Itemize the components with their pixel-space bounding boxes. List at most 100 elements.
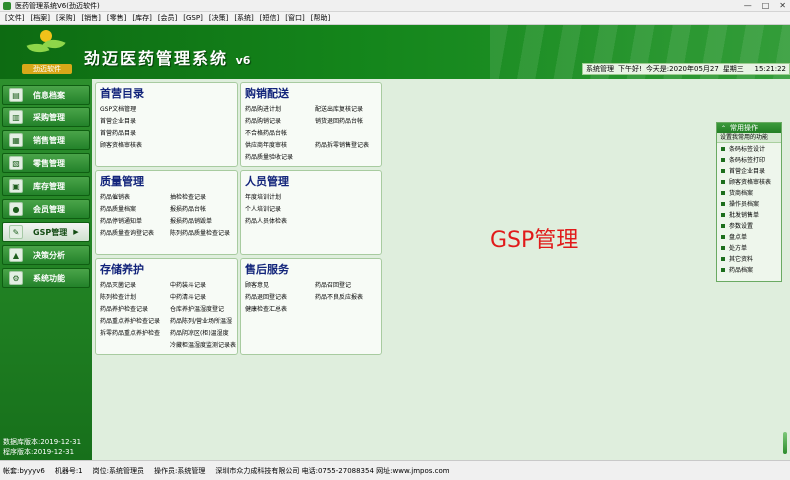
minimize-button[interactable]: — <box>744 1 752 10</box>
quick-item-parameters[interactable]: 参数设置 <box>717 220 781 231</box>
warehouse-icon: ▣ <box>9 179 23 193</box>
link-damage-destroy[interactable]: 报损药品销毁单 <box>170 216 212 225</box>
quick-item-barcode-print[interactable]: 条码标签打印 <box>717 154 781 165</box>
menu-inventory[interactable]: [库存] <box>131 13 152 23</box>
bullet-icon <box>721 256 725 261</box>
link-warehouse-humidity[interactable]: 仓库养护温湿度登记 <box>170 304 224 313</box>
link-display-plan[interactable]: 陈列检查计划 <box>100 292 136 301</box>
link-stop-sale-notice[interactable]: 药品停销通知单 <box>100 216 142 225</box>
status-company: 深圳市众力成科技有限公司 电话:0755-27088354 网址:www.jmp… <box>215 466 450 475</box>
link-unqualified-ledger[interactable]: 不合格药品台帐 <box>245 128 287 137</box>
link-quality-query[interactable]: 药品质量查询登记表 <box>100 228 154 237</box>
link-purchase-record[interactable]: 药品购销记录 <box>245 116 281 125</box>
cashier-icon: ▧ <box>9 156 23 170</box>
sidebar-item-label: 采购管理 <box>33 112 65 122</box>
link-sampling-check[interactable]: 抽检检查记录 <box>170 192 206 201</box>
sidebar-item-sales[interactable]: ▦ 销售管理 <box>2 130 90 150</box>
link-recall[interactable]: 药品召回登记 <box>315 280 351 289</box>
panel-title: 人员管理 <box>245 175 289 188</box>
link-customer-opinion[interactable]: 顾客意见 <box>245 280 269 289</box>
link-delivery-review[interactable]: 配送出库复核记录 <box>315 104 363 113</box>
link-key-maintenance[interactable]: 药品重点养护检查记录 <box>100 316 160 325</box>
menu-system[interactable]: [系统] <box>233 13 254 23</box>
quick-item-stocktake[interactable]: 盘点单 <box>717 231 781 242</box>
menu-gsp[interactable]: [GSP] <box>182 14 204 22</box>
link-cold-humidity[interactable]: 冷藏柜温湿度监测记录表 <box>170 340 236 349</box>
quick-item-barcode-design[interactable]: 条码标签设计 <box>717 143 781 154</box>
sidebar-item-system[interactable]: ⚙ 系统功能 <box>2 268 90 288</box>
id-card-icon: ▤ <box>9 88 23 102</box>
status-date: 今天是:2020年05月27 <box>645 65 719 73</box>
link-quality-archive[interactable]: 药品质量档案 <box>100 204 136 213</box>
link-gsp-docs[interactable]: GSP文档管理 <box>100 104 136 113</box>
quick-item-customer-qualification[interactable]: 顾客资格审核表 <box>717 176 781 187</box>
link-sterilization[interactable]: 药品灭菌记录 <box>100 280 136 289</box>
sidebar-item-members[interactable]: ● 会员管理 <box>2 199 90 219</box>
app-logo: 劲迈软件 <box>20 28 74 76</box>
bullet-icon <box>721 201 725 206</box>
quick-item-other-data[interactable]: 其它资料 <box>717 253 781 264</box>
link-health-exam[interactable]: 药品人员体检表 <box>245 216 287 225</box>
sidebar-item-retail[interactable]: ▧ 零售管理 <box>2 153 90 173</box>
sidebar-item-decision[interactable]: ▲ 决策分析 <box>2 245 90 265</box>
quick-operations-settings[interactable]: 设置我常用的功能 <box>717 133 781 143</box>
link-annual-training[interactable]: 年度培训计划 <box>245 192 281 201</box>
menu-file[interactable]: [文件] <box>4 13 25 23</box>
quick-item-supplier-archive[interactable]: 货商档案 <box>717 187 781 198</box>
bullet-icon <box>721 267 725 272</box>
sidebar-item-purchase[interactable]: ▥ 采购管理 <box>2 107 90 127</box>
quick-item-label: 处方单 <box>729 245 748 252</box>
link-damage-ledger[interactable]: 报损药品台帐 <box>170 204 206 213</box>
link-split-sales[interactable]: 药品拆零销售登记表 <box>315 140 369 149</box>
maximize-button[interactable]: □ <box>762 1 770 10</box>
link-display-quality[interactable]: 陈列药品质量检查记录 <box>170 228 230 237</box>
menu-members[interactable]: [会员] <box>157 13 178 23</box>
link-health-summary[interactable]: 健康检查汇总表 <box>245 304 287 313</box>
main-area: 首营目录 GSP文档管理 首营企业目录 首营药品目录 顾客资格审核表 购销配送 … <box>92 79 790 460</box>
link-purchase-plan[interactable]: 药品购进计划 <box>245 104 281 113</box>
quick-operations-header[interactable]: ⌃ 常用操作 <box>717 123 781 133</box>
menu-window[interactable]: [窗口] <box>284 13 305 23</box>
link-sales-return-ledger[interactable]: 销货退回药品台帐 <box>315 116 363 125</box>
link-return-register[interactable]: 药品退回登记表 <box>245 292 287 301</box>
app-header: 劲迈软件 劲迈医药管理系统 v6 系统管理 下午好! 今天是:2020年05月2… <box>0 25 790 79</box>
link-drug-urge-sale[interactable]: 药品催销表 <box>100 192 130 201</box>
quick-item-label: 参数设置 <box>729 223 754 230</box>
link-chinese-clear[interactable]: 中药清斗记录 <box>170 292 206 301</box>
link-first-enterprise[interactable]: 首营企业目录 <box>100 116 136 125</box>
link-customer-qualification[interactable]: 顾客资格审核表 <box>100 140 142 149</box>
quick-item-wholesale-order[interactable]: 批发销售单 <box>717 209 781 220</box>
panel-title: 存储养护 <box>100 263 144 276</box>
link-split-maintenance[interactable]: 拆零药品重点养护检查 <box>100 328 160 337</box>
link-maintenance-check[interactable]: 药品养护检查记录 <box>100 304 148 313</box>
quick-item-label: 盘点单 <box>729 234 748 241</box>
menu-help[interactable]: [帮助] <box>310 13 331 23</box>
link-supplier-review[interactable]: 供应商年度审核 <box>245 140 287 149</box>
menu-retail[interactable]: [零售] <box>106 13 127 23</box>
sidebar-item-inventory[interactable]: ▣ 库存管理 <box>2 176 90 196</box>
close-button[interactable]: ✕ <box>779 1 786 10</box>
quick-item-drug-archive[interactable]: 药品档案 <box>717 264 781 275</box>
panel-after-sales: 售后服务 顾客意见 药品召回登记 药品退回登记表 药品不良反应报表 健康检查汇总… <box>240 258 382 355</box>
link-first-drug[interactable]: 首营药品目录 <box>100 128 136 137</box>
sidebar-item-info[interactable]: ▤ 信息档案 <box>2 85 90 105</box>
menu-sms[interactable]: [短信] <box>259 13 280 23</box>
link-display-humidity[interactable]: 药品陈列/营业场所温湿 <box>170 316 232 325</box>
quick-item-prescription[interactable]: 处方单 <box>717 242 781 253</box>
quick-item-operator-archive[interactable]: 操作员档案 <box>717 198 781 209</box>
header-status-strip: 系统管理 下午好! 今天是:2020年05月27 星期三 15:21:22 <box>582 63 790 75</box>
link-shade-humidity[interactable]: 药品阴凉区(柜)温湿度 <box>170 328 229 337</box>
quick-item-first-enterprise[interactable]: 首营企业目录 <box>717 165 781 176</box>
bullet-icon <box>721 168 725 173</box>
menu-sales[interactable]: [销售] <box>80 13 101 23</box>
link-quality-acceptance[interactable]: 药品质量验收记录 <box>245 152 293 161</box>
menu-decision[interactable]: [决策] <box>208 13 229 23</box>
menu-purchase[interactable]: [采购] <box>55 13 76 23</box>
link-personal-training[interactable]: 个人培训记录 <box>245 204 281 213</box>
link-chinese-fill[interactable]: 中药装斗记录 <box>170 280 206 289</box>
scroll-handle[interactable] <box>783 432 787 454</box>
sidebar-item-gsp[interactable]: ✎ GSP管理 ▶ <box>2 222 90 242</box>
link-adverse-reaction[interactable]: 药品不良反应报表 <box>315 292 363 301</box>
panel-storage: 存储养护 药品灭菌记录 中药装斗记录 陈列检查计划 中药清斗记录 药品养护检查记… <box>95 258 238 355</box>
menu-archive[interactable]: [档案] <box>29 13 50 23</box>
